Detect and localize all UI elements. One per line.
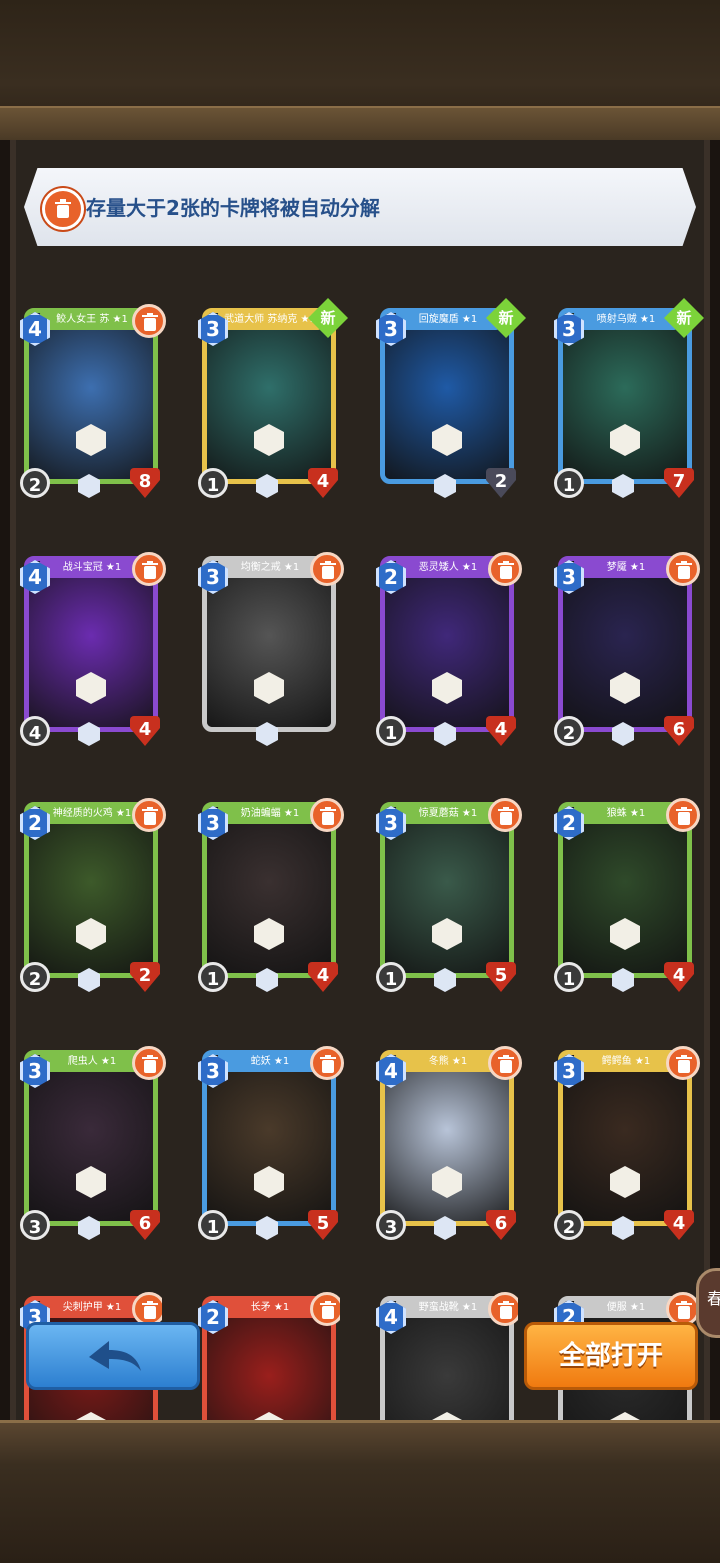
card[interactable]: 回旋魔盾 ★1 3 2 新 bbox=[376, 288, 526, 498]
card-attack: 2 bbox=[554, 716, 584, 746]
card-name: 奶油蝙蝠 ★1 bbox=[218, 804, 322, 824]
card-attack: 2 bbox=[20, 962, 50, 992]
trash-icon[interactable] bbox=[666, 1292, 696, 1326]
card-name: 回旋魔盾 ★1 bbox=[396, 310, 500, 330]
side-tab-label: 春 bbox=[707, 1289, 720, 1308]
card[interactable]: 冬熊 ★1 4 3 6 bbox=[376, 1030, 522, 1240]
card-name: 武道大师 苏纳克 ★1 bbox=[218, 310, 322, 330]
card-health: 5 bbox=[486, 962, 516, 992]
card[interactable]: 鳄鳄鱼 ★1 3 2 4 bbox=[554, 1030, 700, 1240]
back-button[interactable] bbox=[26, 1322, 200, 1390]
bottom-wood-border bbox=[0, 1420, 720, 1563]
card[interactable]: 爬虫人 ★1 3 3 6 bbox=[20, 1030, 166, 1240]
card-name: 恶灵矮人 ★1 bbox=[396, 558, 500, 578]
card-attack: 2 bbox=[554, 1210, 584, 1240]
trash-icon[interactable] bbox=[310, 798, 344, 832]
card-name: 鲛人女王 苏 ★1 bbox=[40, 310, 144, 330]
card-attack: 1 bbox=[198, 962, 228, 992]
trash-icon[interactable] bbox=[666, 1046, 700, 1080]
card-health: 4 bbox=[664, 1210, 694, 1240]
card[interactable]: 狼蛛 ★1 2 1 4 bbox=[554, 782, 700, 992]
card[interactable]: 鲛人女王 苏 ★1 4 2 8 bbox=[20, 288, 166, 498]
back-arrow-icon bbox=[89, 1341, 141, 1371]
trash-icon[interactable] bbox=[488, 1046, 522, 1080]
card-name: 均衡之戒 ★1 bbox=[218, 558, 322, 578]
card-health: 4 bbox=[308, 962, 338, 992]
trash-icon[interactable] bbox=[488, 1292, 518, 1326]
trash-icon bbox=[42, 188, 84, 230]
card-health: 2 bbox=[130, 962, 160, 992]
card[interactable]: 梦魇 ★1 3 2 6 bbox=[554, 536, 700, 746]
card-health: 6 bbox=[130, 1210, 160, 1240]
card-health: 2 bbox=[486, 468, 516, 498]
card[interactable]: 惊夏蘑菇 ★1 3 1 5 bbox=[376, 782, 522, 992]
notice-text: 存量大于2张的卡牌将被自动分解 bbox=[86, 196, 380, 220]
card-attack: 1 bbox=[554, 962, 584, 992]
card-attack: 1 bbox=[198, 468, 228, 498]
side-tab[interactable]: 春 bbox=[696, 1268, 720, 1338]
card-attack: 2 bbox=[20, 468, 50, 498]
card[interactable]: 战斗宝冠 ★1 4 4 4 bbox=[20, 536, 166, 746]
card-name: 冬熊 ★1 bbox=[396, 1052, 500, 1072]
card-health: 4 bbox=[664, 962, 694, 992]
card-name: 野蛮战靴 ★1 bbox=[396, 1298, 500, 1318]
trash-icon[interactable] bbox=[666, 798, 700, 832]
trash-icon[interactable] bbox=[488, 798, 522, 832]
card-name: 便服 ★1 bbox=[574, 1298, 678, 1318]
card-name: 蛇妖 ★1 bbox=[218, 1052, 322, 1072]
trash-icon[interactable] bbox=[132, 1292, 162, 1326]
card-health: 8 bbox=[130, 468, 160, 498]
card-health: 5 bbox=[308, 1210, 338, 1240]
card-attack: 1 bbox=[554, 468, 584, 498]
card-health: 6 bbox=[664, 716, 694, 746]
trash-icon[interactable] bbox=[310, 1046, 344, 1080]
card-health: 7 bbox=[664, 468, 694, 498]
card-health: 6 bbox=[486, 1210, 516, 1240]
trash-icon[interactable] bbox=[132, 304, 166, 338]
card[interactable]: 神经质的火鸡 ★1 2 2 2 bbox=[20, 782, 166, 992]
card[interactable]: 喷射乌贼 ★1 3 1 7 新 bbox=[554, 288, 704, 498]
card-attack: 1 bbox=[376, 716, 406, 746]
trash-icon[interactable] bbox=[132, 1046, 166, 1080]
card-health: 4 bbox=[308, 468, 338, 498]
card[interactable]: 奶油蝙蝠 ★1 3 1 4 bbox=[198, 782, 344, 992]
card[interactable]: 恶灵矮人 ★1 2 1 4 bbox=[376, 536, 522, 746]
card-name: 狼蛛 ★1 bbox=[574, 804, 678, 824]
card[interactable]: 均衡之戒 ★1 3 bbox=[198, 536, 344, 746]
top-wood-border bbox=[0, 0, 720, 140]
trash-icon[interactable] bbox=[132, 552, 166, 586]
card-name: 惊夏蘑菇 ★1 bbox=[396, 804, 500, 824]
card-attack: 3 bbox=[20, 1210, 50, 1240]
card-attack: 4 bbox=[20, 716, 50, 746]
card-name: 长矛 ★1 bbox=[218, 1298, 322, 1318]
trash-icon[interactable] bbox=[310, 552, 344, 586]
trash-icon[interactable] bbox=[310, 1292, 340, 1326]
card-attack: 1 bbox=[198, 1210, 228, 1240]
open-all-button[interactable]: 全部打开 bbox=[524, 1322, 698, 1390]
card[interactable]: 武道大师 苏纳克 ★1 3 1 4 新 bbox=[198, 288, 348, 498]
card-name: 神经质的火鸡 ★1 bbox=[40, 804, 144, 824]
card-name: 战斗宝冠 ★1 bbox=[40, 558, 144, 578]
card[interactable]: 野蛮战靴 ★1 4 bbox=[376, 1276, 518, 1420]
card-health: 4 bbox=[486, 716, 516, 746]
card[interactable]: 蛇妖 ★1 3 1 5 bbox=[198, 1030, 344, 1240]
card-attack: 1 bbox=[376, 962, 406, 992]
card-health: 4 bbox=[130, 716, 160, 746]
trash-icon[interactable] bbox=[132, 798, 166, 832]
card-name: 梦魇 ★1 bbox=[574, 558, 678, 578]
trash-icon[interactable] bbox=[488, 552, 522, 586]
card-name: 鳄鳄鱼 ★1 bbox=[574, 1052, 678, 1072]
card-name: 尖刺护甲 ★1 bbox=[40, 1298, 144, 1318]
card-name: 喷射乌贼 ★1 bbox=[574, 310, 678, 330]
card-name: 爬虫人 ★1 bbox=[40, 1052, 144, 1072]
card-attack: 3 bbox=[376, 1210, 406, 1240]
trash-icon[interactable] bbox=[666, 552, 700, 586]
card[interactable]: 长矛 ★1 2 bbox=[198, 1276, 340, 1420]
